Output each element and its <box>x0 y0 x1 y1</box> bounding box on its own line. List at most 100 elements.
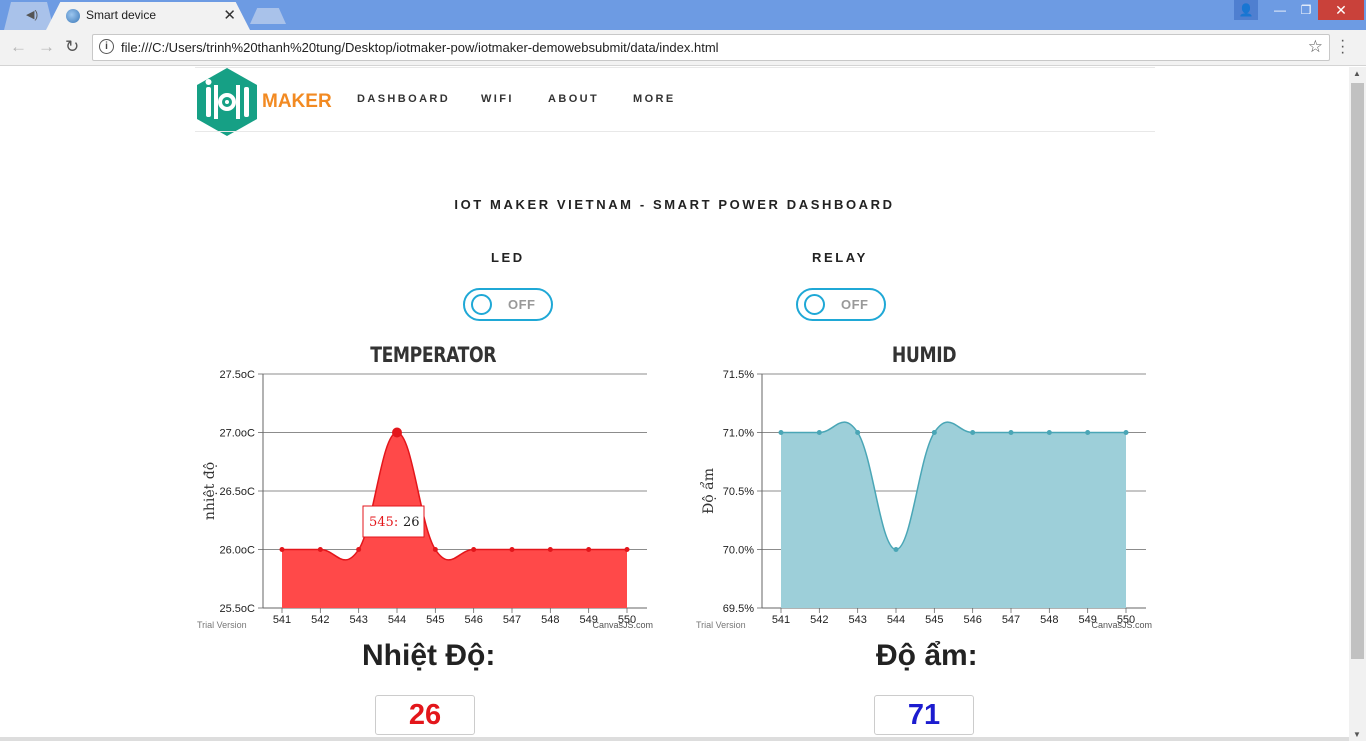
led-state: OFF <box>508 297 536 312</box>
humid-data-point[interactable] <box>778 430 784 435</box>
temp-data-point[interactable] <box>471 547 477 552</box>
humid-data-point[interactable] <box>1008 430 1014 435</box>
temp-xtick-label: 545 <box>426 614 444 626</box>
led-label: LED <box>491 250 525 265</box>
reload-icon[interactable]: ↻ <box>65 37 79 57</box>
humid-data-point[interactable] <box>816 430 822 435</box>
temp-y-axis-label: nhiệt độ <box>202 462 218 520</box>
temp-data-point[interactable] <box>432 547 438 552</box>
toggle-knob <box>471 294 492 315</box>
temperature-chart[interactable]: 25.5oC 26.0oC 26.5oC 27.0oC 27.5oC 541 542 543 5… <box>195 362 665 637</box>
scroll-down-icon[interactable]: ▼ <box>1353 730 1361 739</box>
nav-about[interactable]: ABOUT <box>548 93 599 105</box>
new-tab-button[interactable] <box>250 8 286 24</box>
bookmark-star-icon[interactable]: ☆ <box>1308 37 1323 57</box>
humid-xtick-label: 545 <box>925 614 943 626</box>
temp-series-line <box>282 431 627 561</box>
scrollbar-thumb[interactable] <box>1351 83 1364 659</box>
temp-ytick-label: 26.0oC <box>220 545 256 557</box>
temp-canvasjs-credit[interactable]: CanvasJS.com <box>592 620 653 630</box>
page-title: IOT MAKER VIETNAM - SMART POWER DASHBOAR… <box>454 197 895 212</box>
temperature-readout-label: Nhiệt Độ: <box>362 639 496 672</box>
close-icon[interactable]: ✕ <box>223 6 236 24</box>
temp-data-point[interactable] <box>547 547 553 552</box>
temp-data-point[interactable] <box>586 547 592 552</box>
temp-xtick-label: 544 <box>388 614 406 626</box>
temp-data-point[interactable] <box>392 427 402 438</box>
back-arrow-icon[interactable]: ← <box>10 37 27 57</box>
humid-ytick-label: 71.5% <box>723 369 754 381</box>
info-icon[interactable]: i <box>99 39 114 54</box>
speaker-icon: ◀) <box>26 9 39 21</box>
temp-ytick-label: 27.0oC <box>220 428 256 440</box>
humid-ytick-label: 70.5% <box>723 486 754 498</box>
humid-data-point[interactable] <box>893 547 899 552</box>
humid-ytick-label: 71.0% <box>723 428 754 440</box>
menu-dots-icon[interactable]: · · · <box>1340 33 1345 61</box>
humid-data-point[interactable] <box>1046 430 1052 435</box>
scroll-up-icon[interactable]: ▲ <box>1353 69 1361 78</box>
humid-trial-watermark: Trial Version <box>696 620 746 630</box>
humid-data-point[interactable] <box>970 430 976 435</box>
humid-data-point[interactable] <box>855 430 861 435</box>
humid-ytick-label: 70.0% <box>723 545 754 557</box>
humidity-readout-label: Độ ẩm: <box>876 639 978 672</box>
user-icon[interactable]: 👤 <box>1234 0 1258 20</box>
taskbar-edge <box>0 737 1349 741</box>
minimize-button[interactable]: — <box>1266 0 1294 20</box>
restore-button[interactable]: ❐ <box>1292 0 1320 20</box>
temp-tooltip-label: 545: <box>369 515 398 530</box>
temp-data-point[interactable] <box>279 547 285 552</box>
tab-muted[interactable]: ◀) <box>4 2 54 30</box>
humid-y-axis-label: Độ ẩm <box>699 468 717 514</box>
tab-smart-device[interactable]: Smart device ✕ <box>46 2 250 30</box>
temp-xtick-label: 543 <box>349 614 367 626</box>
temp-data-point[interactable] <box>356 547 362 552</box>
divider <box>195 131 1155 132</box>
humid-data-point[interactable] <box>1123 430 1129 435</box>
humidity-chart[interactable]: 69.5% 70.0% 70.5% 71.0% 71.5% 541 542 543 544 545… <box>694 362 1164 637</box>
temp-xtick-label: 546 <box>464 614 482 626</box>
humid-canvasjs-credit[interactable]: CanvasJS.com <box>1091 620 1152 630</box>
window-close-button[interactable]: ✕ <box>1318 0 1364 20</box>
temp-trial-watermark: Trial Version <box>197 620 247 630</box>
iotmaker-logo-icon[interactable] <box>194 67 260 137</box>
humid-xtick-label: 541 <box>772 614 790 626</box>
temp-data-point[interactable] <box>624 547 630 552</box>
browser-toolbar: ← → ↻ i file:///C:/Users/trinh%20thanh%2… <box>0 30 1366 66</box>
relay-state: OFF <box>841 297 869 312</box>
nav-more[interactable]: MORE <box>633 93 676 105</box>
temp-xtick-label: 542 <box>311 614 329 626</box>
globe-icon <box>66 9 80 23</box>
temp-xtick-label: 548 <box>541 614 559 626</box>
address-bar[interactable]: i file:///C:/Users/trinh%20thanh%20tung/… <box>92 34 1330 61</box>
url-text[interactable]: file:///C:/Users/trinh%20thanh%20tung/De… <box>121 40 719 55</box>
humid-xtick-label: 542 <box>810 614 828 626</box>
temp-data-point[interactable] <box>317 547 323 552</box>
vertical-scrollbar[interactable]: ▲ ▼ <box>1349 67 1366 741</box>
humid-ytick-label: 69.5% <box>723 603 754 615</box>
relay-label: RELAY <box>812 250 868 265</box>
forward-arrow-icon[interactable]: → <box>38 37 55 57</box>
humid-xtick-label: 544 <box>887 614 905 626</box>
temp-ytick-label: 27.5oC <box>220 369 256 381</box>
humid-area <box>781 422 1126 608</box>
relay-toggle[interactable]: OFF <box>796 288 886 321</box>
nav-wifi[interactable]: WIFI <box>481 93 514 105</box>
temp-ytick-label: 26.5oC <box>220 486 256 498</box>
temp-xtick-label: 541 <box>273 614 291 626</box>
toggle-knob <box>804 294 825 315</box>
humid-xtick-label: 548 <box>1040 614 1058 626</box>
humid-xtick-label: 546 <box>963 614 981 626</box>
temp-xtick-label: 547 <box>503 614 521 626</box>
led-toggle[interactable]: OFF <box>463 288 553 321</box>
temp-ytick-label: 25.5oC <box>220 603 256 615</box>
page-content: MAKER DASHBOARD WIFI ABOUT MORE IOT MAKE… <box>0 67 1349 741</box>
nav-dashboard[interactable]: DASHBOARD <box>357 93 450 105</box>
logo-text[interactable]: MAKER <box>262 91 332 113</box>
tab-title: Smart device <box>86 8 157 22</box>
humid-data-point[interactable] <box>931 430 937 435</box>
temp-data-point[interactable] <box>509 547 515 552</box>
humid-data-point[interactable] <box>1085 430 1091 435</box>
divider <box>195 67 1155 68</box>
